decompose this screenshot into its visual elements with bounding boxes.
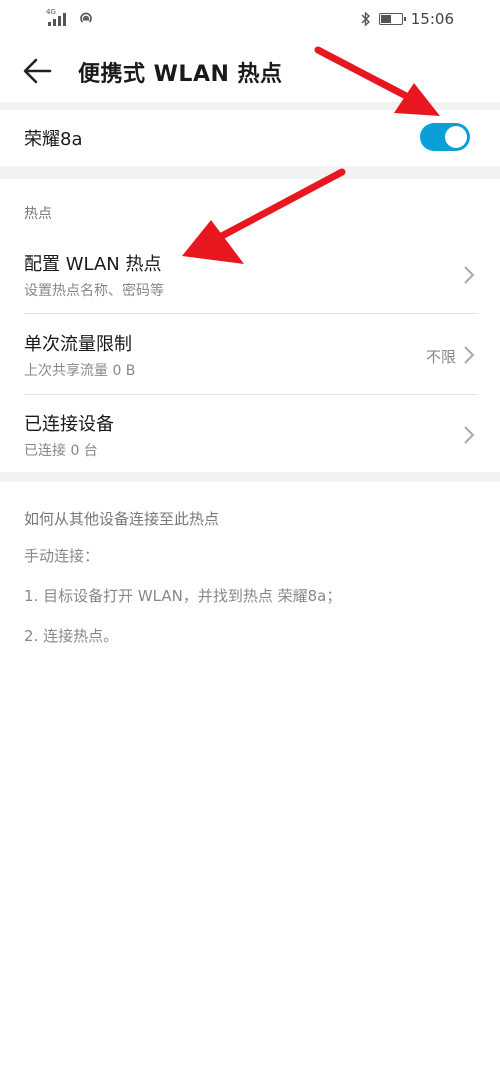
help-step-2: 2. 连接热点。: [24, 627, 119, 645]
section-label: 热点: [24, 206, 52, 222]
network-type-label: 4G: [46, 8, 56, 16]
page-title: 便携式 WLAN 热点: [78, 62, 283, 87]
back-arrow-icon[interactable]: [22, 56, 54, 86]
item-subtitle: 已连接 0 台: [24, 443, 98, 459]
chevron-right-icon: [464, 346, 475, 364]
divider: [24, 394, 478, 395]
switch-knob: [445, 126, 467, 148]
item-value: 不限: [425, 348, 456, 366]
chevron-right-icon: [464, 266, 475, 284]
battery-icon: [378, 13, 406, 25]
section-gap: [0, 102, 500, 110]
section-gap: [0, 166, 500, 179]
item-title: 单次流量限制: [24, 334, 132, 355]
item-subtitle: 设置热点名称、密码等: [24, 283, 164, 299]
item-title: 已连接设备: [24, 414, 114, 435]
list-item-configure-hotspot[interactable]: 配置 WLAN 热点 设置热点名称、密码等: [0, 236, 500, 316]
hotspot-icon: [80, 12, 92, 23]
status-right: 15:06: [361, 10, 454, 28]
section-gap: [0, 472, 500, 482]
status-left: 4G: [46, 8, 94, 26]
list-item-data-limit[interactable]: 单次流量限制 上次共享流量 0 B 不限: [0, 316, 500, 396]
status-bar: 4G 15:06: [0, 0, 500, 40]
chevron-right-icon: [464, 426, 475, 444]
hotspot-switch[interactable]: [420, 123, 470, 151]
help-title: 如何从其他设备连接至此热点: [24, 510, 220, 528]
help-manual: 手动连接：: [24, 547, 100, 565]
app-bar: 便携式 WLAN 热点: [0, 40, 500, 102]
item-title: 配置 WLAN 热点: [24, 254, 162, 275]
item-subtitle: 上次共享流量 0 B: [24, 363, 136, 379]
hotspot-toggle-row[interactable]: 荣耀8a: [0, 110, 500, 166]
divider: [24, 313, 478, 314]
help-step-1: 1. 目标设备打开 WLAN，并找到热点 荣耀8a；: [24, 587, 342, 605]
bluetooth-icon: [361, 11, 370, 27]
hotspot-name: 荣耀8a: [24, 129, 83, 150]
list-item-connected-devices[interactable]: 已连接设备 已连接 0 台: [0, 396, 500, 476]
status-time: 15:06: [410, 10, 454, 28]
battery-level: [380, 15, 391, 23]
